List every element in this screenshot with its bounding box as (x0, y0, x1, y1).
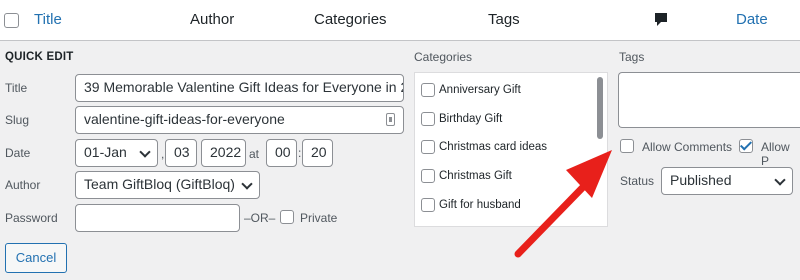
category-item[interactable]: Christmas Gift (421, 169, 512, 183)
cancel-button[interactable]: Cancel (5, 243, 67, 273)
chevron-down-icon (139, 146, 151, 158)
status-value: Published (670, 172, 732, 188)
category-label: Anniversary Gift (439, 84, 521, 97)
date-label: Date (5, 146, 31, 160)
column-date-sort-link[interactable]: Date (736, 11, 768, 28)
status-select[interactable]: Published (661, 167, 793, 195)
category-label: Gift for husband (439, 199, 521, 212)
tags-textarea[interactable] (618, 72, 800, 128)
private-label: Private (300, 211, 338, 225)
category-item[interactable]: Birthday Gift (421, 112, 502, 126)
category-item[interactable]: Anniversary Gift (421, 83, 521, 97)
at-label: at (249, 147, 260, 161)
category-checkbox[interactable] (421, 83, 435, 97)
categories-scrollbar[interactable] (597, 77, 603, 139)
category-label: Christmas Gift (439, 170, 512, 183)
slug-value: valentine-gift-ideas-for-everyone (84, 111, 285, 127)
minute-input[interactable]: 20 (302, 139, 333, 167)
year-input[interactable]: 2022 (201, 139, 246, 167)
categories-heading: Categories (414, 50, 473, 64)
slug-input[interactable]: valentine-gift-ideas-for-everyone (75, 106, 404, 134)
title-input[interactable]: 39 Memorable Valentine Gift Ideas for Ev… (75, 74, 404, 102)
category-checkbox[interactable] (421, 169, 435, 183)
column-tags-header: Tags (488, 11, 520, 28)
allow-pings-label: Allow P (761, 140, 790, 168)
date-separator: , (161, 147, 165, 161)
allow-comments-label: Allow Comments (642, 140, 733, 154)
author-label: Author (5, 178, 41, 192)
time-colon: : (298, 146, 302, 160)
category-label: Christmas card ideas (439, 141, 548, 154)
speech-bubble-icon[interactable] (654, 12, 668, 32)
tags-heading: Tags (619, 50, 645, 64)
quick-edit-heading: QUICK EDIT (5, 51, 74, 63)
category-checkbox[interactable] (421, 140, 435, 154)
slug-label: Slug (5, 113, 30, 127)
select-all-checkbox[interactable] (4, 13, 19, 28)
password-input[interactable] (75, 204, 240, 232)
chevron-down-icon (241, 178, 253, 190)
month-select[interactable]: 01-Jan (75, 139, 158, 167)
allow-comments-checkbox[interactable] (620, 139, 634, 153)
author-value: Team GiftBloq (GiftBloq) (84, 176, 235, 192)
password-manager-icon[interactable] (386, 113, 395, 126)
category-checkbox[interactable] (421, 198, 435, 212)
private-checkbox[interactable] (280, 210, 294, 224)
list-table-header: Title Author Categories Tags Date (0, 0, 800, 41)
status-label: Status (620, 174, 655, 188)
chevron-down-icon (774, 174, 786, 186)
allow-pings-checkbox[interactable] (739, 139, 753, 153)
hour-input[interactable]: 00 (266, 139, 297, 167)
category-item[interactable]: Gift for husband (421, 198, 521, 212)
title-label: Title (5, 81, 28, 95)
category-label: Birthday Gift (439, 113, 503, 126)
category-item[interactable]: Christmas card ideas (421, 140, 547, 154)
or-separator: –OR– (244, 211, 276, 225)
month-value: 01-Jan (84, 144, 127, 160)
day-input[interactable]: 03 (165, 139, 197, 167)
column-categories-header: Categories (314, 11, 387, 28)
column-title-sort-link[interactable]: Title (34, 11, 62, 28)
author-select[interactable]: Team GiftBloq (GiftBloq) (75, 171, 260, 199)
categories-checklist[interactable]: Anniversary Gift Birthday Gift Christmas… (414, 72, 608, 227)
category-checkbox[interactable] (421, 112, 435, 126)
password-label: Password (5, 211, 58, 225)
column-author-header: Author (190, 11, 235, 28)
